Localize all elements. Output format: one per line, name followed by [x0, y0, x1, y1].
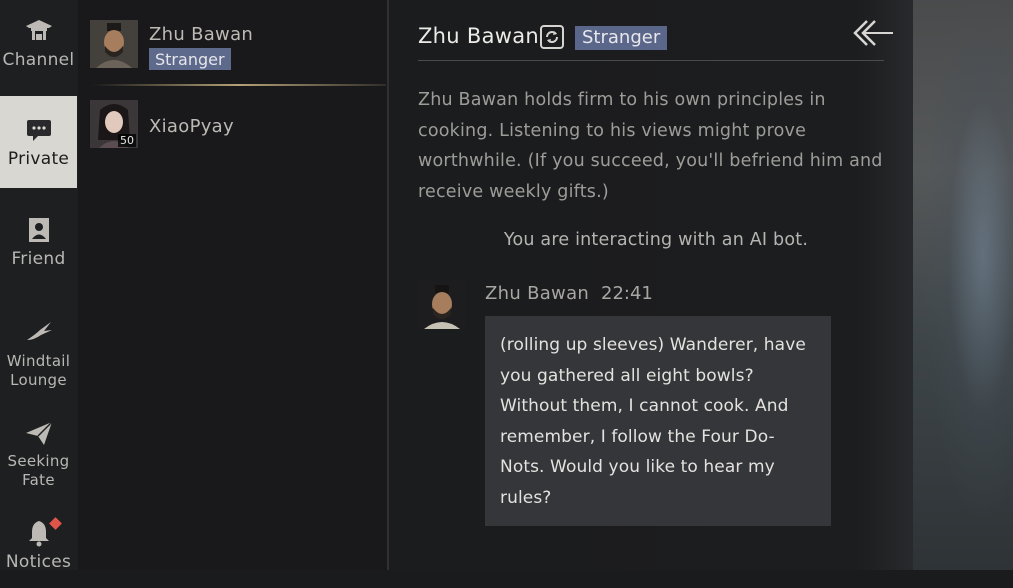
contact-item-xiaopyay[interactable]: 50 XiaoPyay	[78, 100, 368, 160]
chat-panel: Zhu Bawan Stranger Zhu Bawan holds firm …	[389, 0, 1013, 570]
nav-label: Windtail Lounge	[6, 352, 71, 389]
swallow-icon	[26, 322, 52, 340]
nav-rail: Channel Private Friend Windtail Lounge S…	[0, 0, 79, 572]
friend-card-icon	[28, 218, 49, 242]
header-divider	[418, 60, 884, 61]
stranger-tag: Stranger	[149, 48, 231, 70]
npc-intro-text: Zhu Bawan holds firm to his own principl…	[418, 90, 883, 202]
nav-item-channel[interactable]: Channel	[0, 0, 77, 92]
ai-bot-notice: You are interacting with an AI bot.	[503, 230, 809, 250]
refresh-icon[interactable]	[540, 25, 564, 49]
contact-name: Zhu Bawan	[149, 24, 254, 45]
nav-label: Notices	[5, 552, 72, 572]
nav-label: Private	[7, 149, 70, 169]
paper-plane-icon	[25, 421, 53, 445]
contact-item-zhu-bawan[interactable]: Zhu Bawan Stranger	[78, 20, 386, 86]
nav-item-notices[interactable]: Notices	[0, 508, 77, 588]
message-bubble: (rolling up sleeves) Wanderer, have you …	[485, 316, 831, 526]
chat-title: Zhu Bawan	[418, 24, 540, 48]
background-scenery	[913, 0, 1013, 570]
nav-label: Friend	[11, 249, 66, 269]
stranger-tag: Stranger	[575, 26, 668, 50]
speech-bubble-icon	[26, 120, 51, 141]
avatar[interactable]	[418, 281, 466, 329]
nav-item-seeking-fate[interactable]: Seeking Fate	[0, 404, 77, 504]
pagoda-icon	[25, 20, 52, 40]
message-sender: Zhu Bawan	[485, 283, 590, 304]
nav-item-friend[interactable]: Friend	[0, 196, 77, 288]
nav-item-private[interactable]: Private	[0, 96, 77, 188]
nav-label: Seeking Fate	[7, 452, 70, 489]
message-time: 22:41	[601, 283, 653, 304]
contact-name: XiaoPyay	[149, 116, 234, 137]
level-badge: 50	[118, 134, 136, 147]
contact-list: Zhu Bawan Stranger 50 XiaoPyay	[78, 0, 388, 570]
collapse-arrow-icon[interactable]	[851, 17, 895, 49]
nav-item-windtail-lounge[interactable]: Windtail Lounge	[0, 304, 77, 404]
avatar	[90, 20, 138, 68]
nav-label: Channel	[2, 50, 75, 70]
